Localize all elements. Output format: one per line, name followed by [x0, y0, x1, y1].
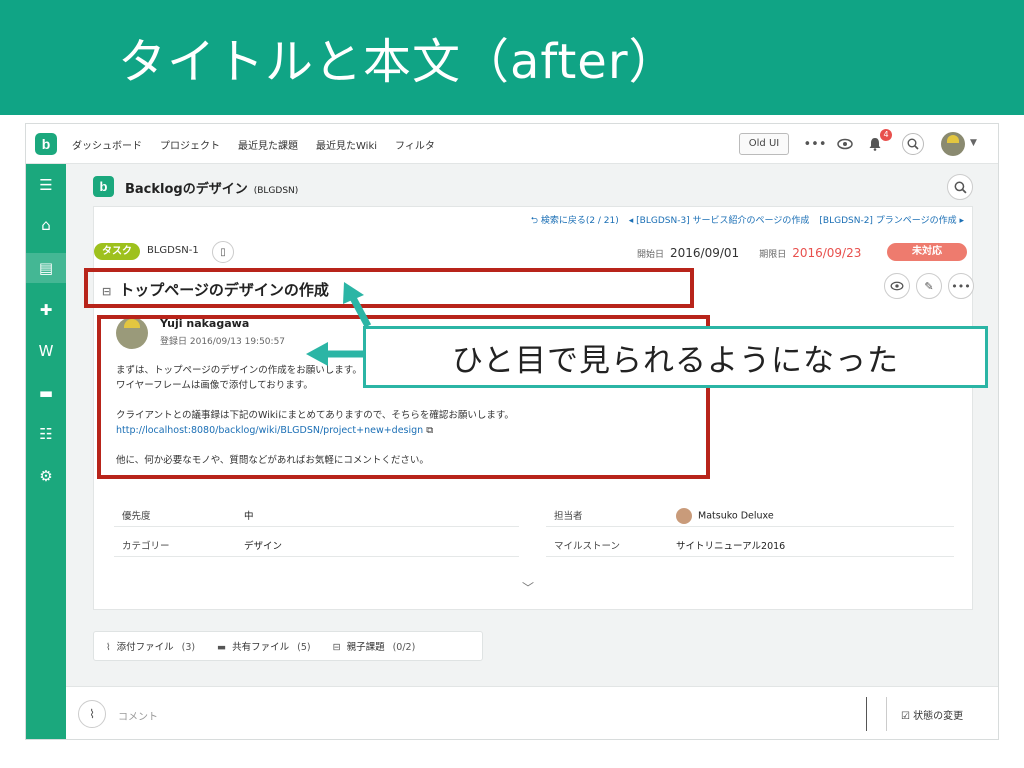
slide-title: タイトルと本文（after） — [118, 34, 678, 90]
issue-key: BLGDSN-1 — [147, 245, 199, 256]
issue-more-icon[interactable]: ••• — [948, 273, 974, 299]
clipboard-icon[interactable]: ▯ — [212, 241, 234, 263]
search-icon[interactable] — [902, 133, 924, 155]
due-date: 2016/09/23 — [792, 246, 862, 260]
menu-icon[interactable]: ☰ — [26, 170, 66, 200]
nav-filter[interactable]: フィルタ — [395, 137, 435, 152]
divider — [866, 697, 867, 731]
comment-input[interactable]: コメント — [118, 708, 158, 723]
watch-eye-icon[interactable] — [884, 273, 910, 299]
slide-banner: タイトルと本文（after） — [0, 0, 1024, 115]
prev-issue-link[interactable]: ◂ [BLGDSN-3] サービス紹介のページの作成 — [629, 213, 810, 229]
issue-dates: 開始日 2016/09/01 期限日 2016/09/23 — [637, 246, 875, 260]
logo-icon[interactable]: b — [35, 133, 57, 155]
status-badge[interactable]: 未対応 — [887, 243, 967, 261]
tab-attachments[interactable]: ⌇ 添付ファイル (3) — [106, 639, 195, 653]
chevron-down-icon[interactable]: ▼ — [970, 138, 977, 148]
global-header: b ダッシュボード プロジェクト 最近見た課題 最近見たWiki フィルタ Ol… — [26, 124, 998, 164]
issues-icon[interactable]: ▤ — [26, 253, 66, 283]
next-issue-link[interactable]: [BLGDSN-2] プランページの作成 ▸ — [819, 213, 964, 229]
project-header: b Backlogのデザイン (BLGDSN) — [93, 166, 973, 206]
paperclip-icon: ⌇ — [106, 642, 111, 653]
add-icon[interactable]: ✚ — [26, 295, 66, 325]
wiki-icon[interactable]: W — [26, 336, 66, 366]
comment-bar: ⌇ コメント ☑ 状態の変更 — [66, 686, 998, 739]
more-icon[interactable]: ••• — [804, 133, 827, 155]
shared-files-icon: ▬ — [217, 642, 227, 653]
issue-breadcrumb: ⮌ 検索に戻る(2 / 21) ◂ [BLGDSN-3] サービス紹介のページの… — [531, 213, 964, 229]
property-priority: 優先度中 — [114, 499, 519, 527]
global-nav: ダッシュボード プロジェクト 最近見た課題 最近見たWiki フィルタ — [72, 137, 435, 152]
project-logo-icon[interactable]: b — [93, 176, 114, 197]
property-category: カテゴリー デザイン — [114, 529, 519, 557]
property-milestone: マイルストーン サイトリニューアル2016 — [546, 529, 954, 557]
issue-type-badge: タスク — [94, 243, 140, 260]
tab-subtasks[interactable]: ⊟ 親子課題 (0/2) — [333, 639, 416, 653]
callout-box: ひと目で見られるようになった — [363, 326, 988, 388]
back-to-search-link[interactable]: ⮌ 検索に戻る(2 / 21) — [531, 213, 619, 229]
start-date: 2016/09/01 — [670, 246, 740, 260]
edit-status-icon: ☑ — [901, 711, 914, 722]
property-assignee: 担当者 Matsuko Deluxe — [546, 499, 954, 527]
home-icon[interactable]: ⌂ — [26, 210, 66, 240]
parent-child-icon: ⊟ — [332, 642, 341, 653]
settings-icon[interactable]: ⚙ — [26, 461, 66, 491]
status-change-button[interactable]: ☑ 状態の変更 — [901, 707, 963, 722]
start-date-label: 開始日 — [637, 250, 665, 260]
files-icon[interactable]: ▬ — [26, 378, 66, 408]
nav-recent-wiki[interactable]: 最近見たWiki — [316, 137, 377, 152]
divider — [886, 697, 887, 731]
gantt-icon[interactable]: ☷ — [26, 419, 66, 449]
title-highlight-box — [84, 268, 694, 308]
project-search-icon[interactable] — [947, 174, 973, 200]
paperclip-icon[interactable]: ⌇ — [78, 700, 106, 728]
project-key: (BLGDSN) — [253, 186, 299, 196]
sidebar: ☰ ⌂ ▤ ✚ W ▬ ☷ ⚙ ? — [26, 164, 66, 739]
nav-recent-issues[interactable]: 最近見た課題 — [238, 137, 298, 152]
nav-dashboard[interactable]: ダッシュボード — [72, 137, 142, 152]
expand-chevron-down-icon[interactable]: ﹀ — [522, 579, 534, 596]
issue-tabs: ⌇ 添付ファイル (3) ▬ 共有ファイル (5) ⊟ 親子課題 (0/2) — [93, 631, 483, 661]
due-date-label: 期限日 — [759, 250, 787, 260]
old-ui-button[interactable]: Old UI — [739, 133, 789, 155]
eye-icon[interactable] — [834, 133, 856, 155]
pencil-icon[interactable]: ✎ — [916, 273, 942, 299]
project-name[interactable]: Backlogのデザイン (BLGDSN) — [125, 178, 298, 197]
notification-badge: 4 — [880, 129, 892, 141]
tab-shared-files[interactable]: ▬ 共有ファイル (5) — [217, 639, 310, 653]
nav-projects[interactable]: プロジェクト — [160, 137, 220, 152]
assignee-avatar — [676, 508, 692, 524]
user-avatar[interactable] — [941, 132, 965, 156]
